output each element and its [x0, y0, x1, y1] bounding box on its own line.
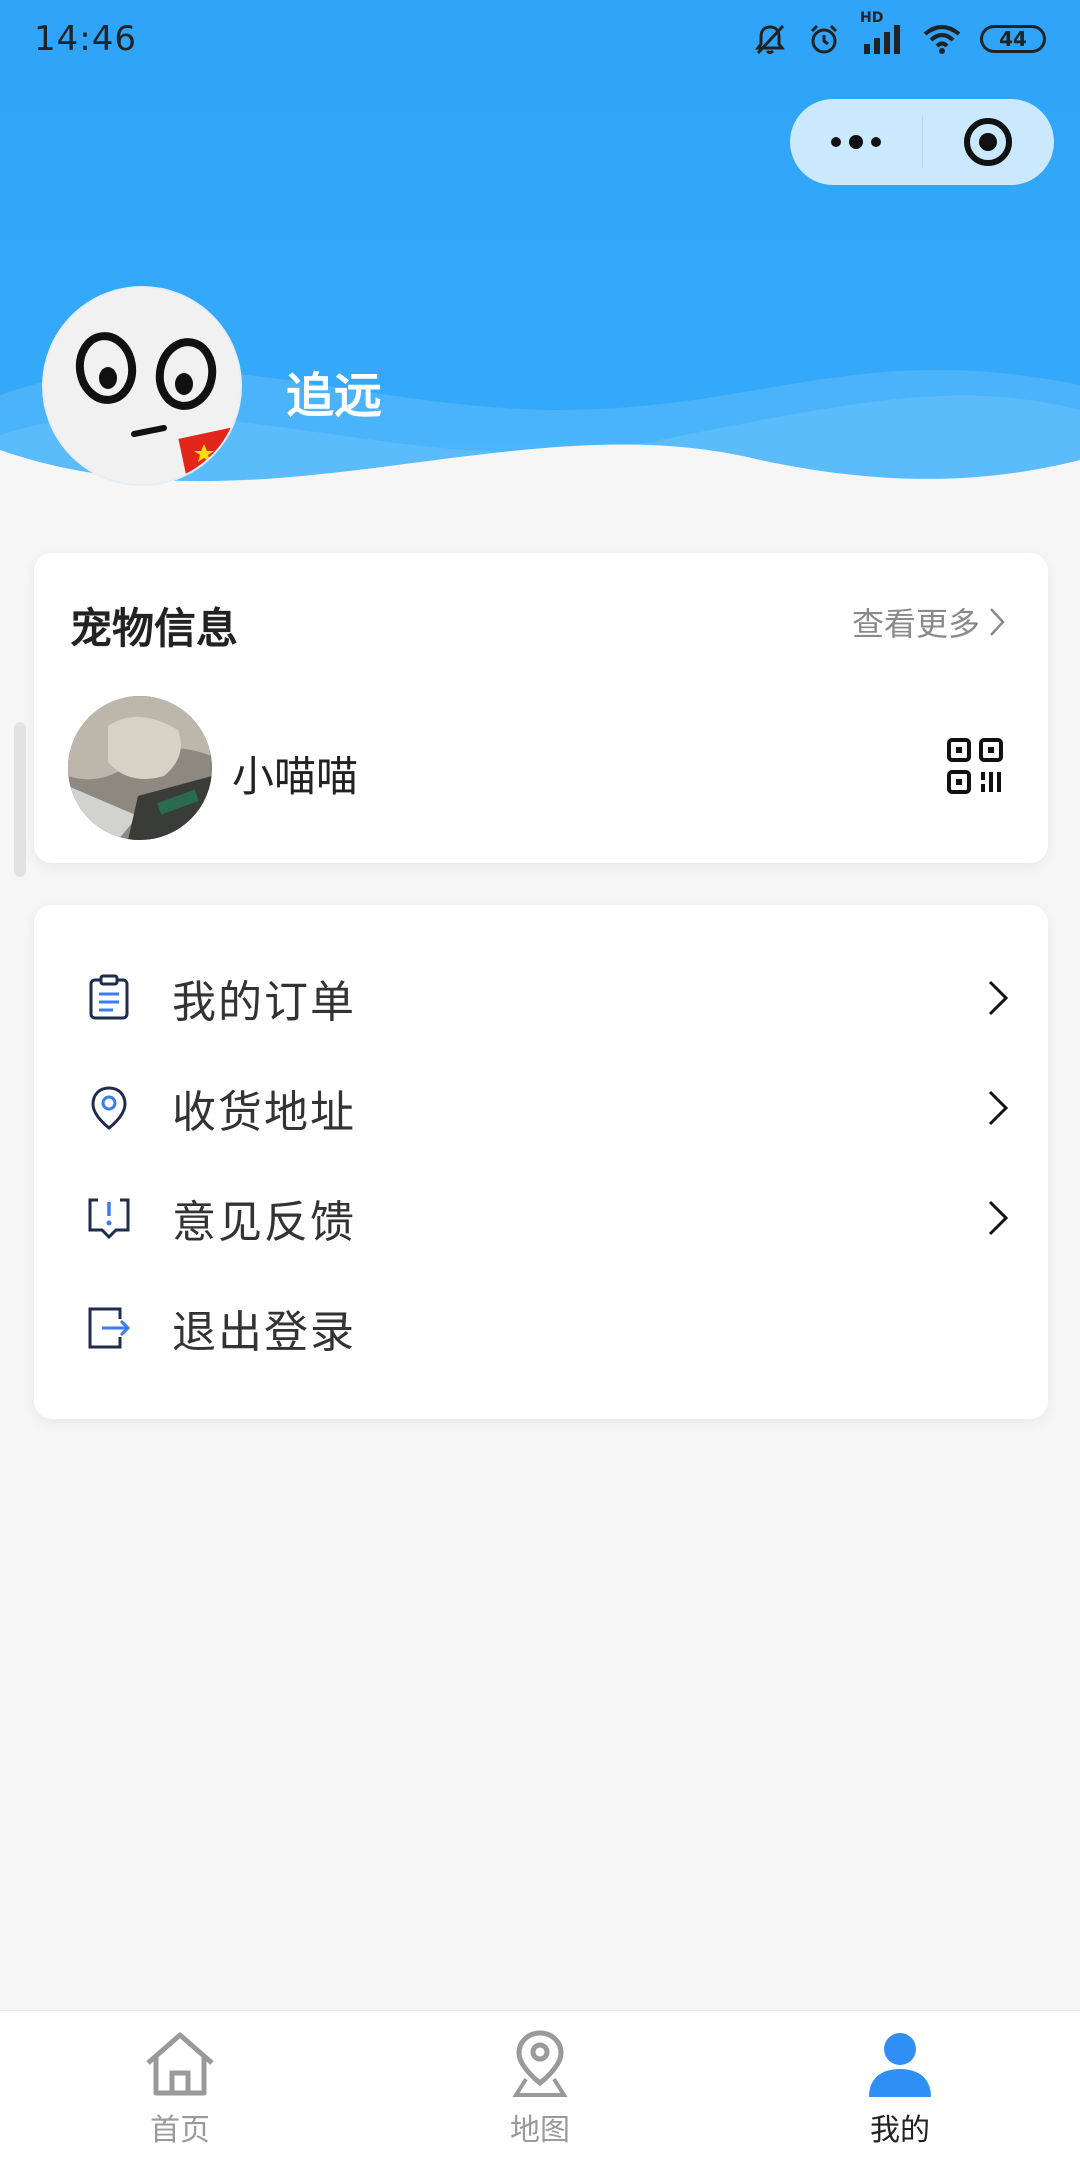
menu-item-address[interactable]: 收货地址 [34, 1053, 1048, 1163]
close-program-button[interactable] [923, 99, 1055, 185]
status-bar: 14:46 HD 44 [0, 0, 1080, 78]
pet-photo-image [68, 696, 212, 840]
chevron-right-icon [988, 1090, 1009, 1126]
more-dots-icon [830, 135, 881, 149]
network-badge: HD [860, 10, 884, 26]
wifi-icon [923, 25, 961, 54]
battery-level: 44 [999, 27, 1027, 51]
tab-label: 首页 [150, 2113, 210, 2148]
target-circle-icon [964, 118, 1013, 166]
user-avatar[interactable] [42, 286, 242, 486]
avatar-face-image [44, 288, 240, 484]
qr-code-icon[interactable] [946, 737, 1004, 795]
menu-item-logout[interactable]: 退出登录 [34, 1273, 1048, 1383]
view-more-label: 查看更多 [851, 605, 980, 643]
home-icon [146, 2032, 214, 2096]
feedback-icon [88, 1198, 130, 1240]
map-pin-icon [512, 2030, 568, 2097]
chevron-right-icon [988, 980, 1009, 1016]
battery-indicator: 44 [980, 25, 1046, 53]
chevron-right-icon [988, 1200, 1009, 1236]
view-more-link[interactable]: 查看更多 [852, 599, 1006, 645]
scroll-indicator[interactable] [14, 722, 26, 877]
pet-info-card: 宠物信息 查看更多 小喵喵 [34, 553, 1048, 863]
pet-avatar[interactable] [68, 696, 212, 840]
username: 追远 [286, 368, 383, 424]
tab-home[interactable]: 首页 [0, 2011, 360, 2160]
menu-item-label: 退出登录 [172, 1307, 356, 1358]
menu-item-orders[interactable]: 我的订单 [34, 943, 1048, 1053]
logout-icon [88, 1307, 131, 1349]
menu-item-label: 我的订单 [172, 977, 356, 1028]
tab-label: 我的 [870, 2113, 930, 2148]
menu-item-label: 收货地址 [172, 1087, 356, 1138]
pet-info-title: 宠物信息 [70, 604, 239, 653]
tab-label: 地图 [510, 2113, 570, 2148]
tab-profile[interactable]: 我的 [720, 2011, 1080, 2160]
menu-item-feedback[interactable]: 意见反馈 [34, 1163, 1048, 1273]
more-options-button[interactable] [790, 99, 922, 185]
signal-icon [864, 25, 900, 54]
menu-item-label: 意见反馈 [172, 1197, 356, 1248]
mini-program-capsule [790, 99, 1054, 185]
pet-name: 小喵喵 [232, 752, 359, 801]
bottom-tab-bar: 首页 地图 我的 [0, 2010, 1080, 2160]
status-time: 14:46 [34, 19, 137, 59]
menu-card: 我的订单 收货地址 意见反馈 退出登录 [34, 905, 1048, 1419]
clipboard-icon [89, 974, 129, 1020]
mute-bell-icon [755, 24, 785, 55]
location-pin-icon [91, 1086, 127, 1130]
alarm-icon [810, 24, 838, 54]
user-icon [869, 2033, 931, 2097]
tab-map[interactable]: 地图 [360, 2011, 720, 2160]
chevron-right-icon [990, 608, 1005, 636]
